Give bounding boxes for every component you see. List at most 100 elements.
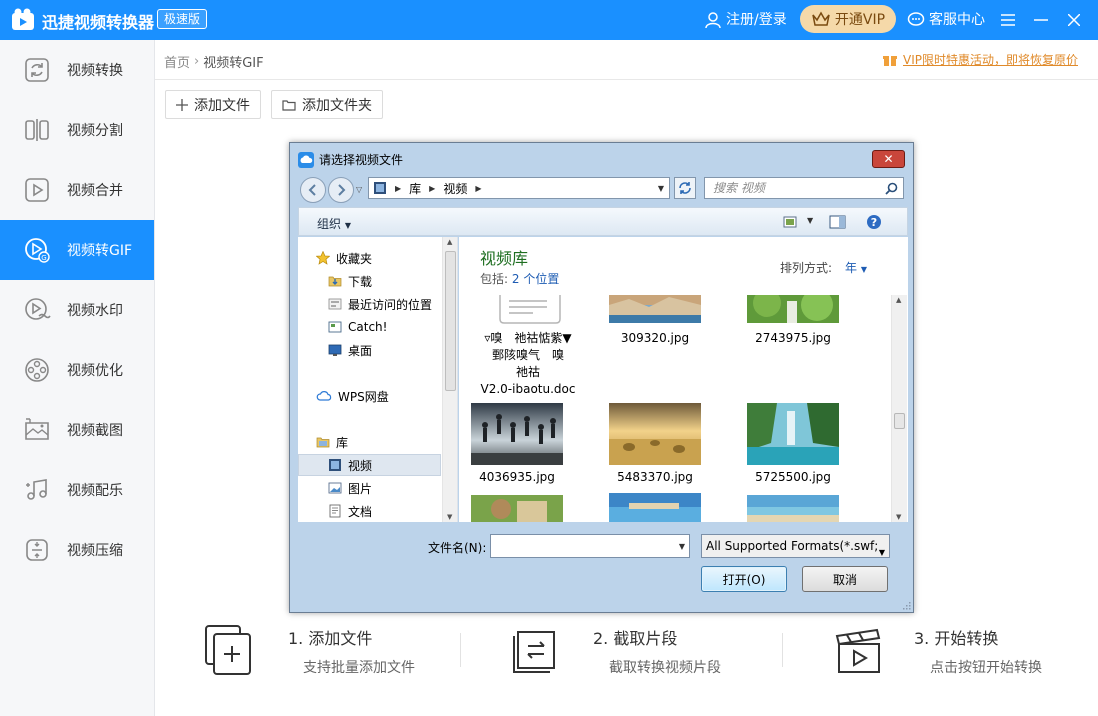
tree-item-video[interactable]: 视频 [298, 454, 441, 476]
sidebar-item-split[interactable]: 视频分割 [0, 100, 154, 160]
library-locations-link[interactable]: 2 个位置 [512, 272, 559, 286]
step-2-desc: 截取转换视频片段 [609, 660, 721, 676]
tree-item-downloads[interactable]: 下载 [328, 270, 457, 292]
search-input[interactable]: 搜索 视频 [704, 177, 904, 199]
breadcrumb-home[interactable]: 首页 [164, 52, 190, 71]
title-bar: 迅捷视频转换器 极速版 注册/登录 开通VIP 客服中心 [0, 0, 1098, 40]
address-segment-library[interactable]: 库 [409, 180, 421, 197]
resize-grip-icon[interactable] [901, 600, 911, 610]
scroll-up-icon[interactable]: ▲ [447, 238, 452, 246]
scroll-up-icon[interactable]: ▲ [896, 296, 901, 304]
file-type-select[interactable]: All Supported Formats(*.swf; ▼ [701, 534, 890, 558]
file-name-doc[interactable]: ▿嗅 祂祜惦紫▼ 鄄陔嗅气 嗅 祂祜 V2.0-ibaotu.doc [477, 330, 579, 398]
close-icon: ✕ [883, 152, 894, 166]
file-name[interactable]: 309320.jpg [590, 331, 720, 345]
image-thumbnail[interactable] [609, 493, 701, 522]
open-button[interactable]: 打开(O) [701, 566, 787, 592]
sort-dropdown[interactable]: 年 ▼ [845, 259, 867, 276]
chevron-right-icon: ▶ [395, 183, 402, 193]
chevron-down-icon[interactable]: ▼ [807, 216, 813, 225]
image-thumbnail-4036935[interactable] [471, 403, 563, 465]
close-button[interactable] [1064, 10, 1084, 30]
image-thumbnail-5725500[interactable] [747, 403, 839, 465]
tree-item-favorites[interactable]: 收藏夹 [316, 247, 457, 269]
watermark-icon [22, 295, 52, 325]
back-button[interactable] [300, 177, 326, 203]
file-list-scroll-thumb[interactable] [894, 413, 905, 429]
file-list-scrollbar[interactable]: ▲ ▼ [891, 295, 907, 522]
sidebar-item-optimize[interactable]: 视频优化 [0, 340, 154, 400]
file-name[interactable]: 4036935.jpg [459, 470, 582, 484]
chevron-down-icon[interactable]: ▼ [658, 184, 664, 193]
tree-item-recent[interactable]: 最近访问的位置 [328, 293, 457, 315]
tree-scrollbar[interactable]: ▲ ▼ [442, 237, 457, 522]
file-name[interactable]: 5725500.jpg [728, 470, 858, 484]
image-thumbnail-309320[interactable] [609, 295, 701, 323]
add-folder-button[interactable]: 添加文件夹 [271, 90, 383, 119]
organize-menu[interactable]: 组织 ▼ [317, 215, 351, 232]
app-title: 迅捷视频转换器 [42, 13, 155, 32]
tree-item-wps-cloud[interactable]: WPS网盘 [316, 385, 457, 407]
gift-icon [883, 55, 897, 66]
chevron-down-icon[interactable]: ▼ [679, 542, 685, 551]
service-link[interactable]: 客服中心 [907, 9, 985, 31]
sidebar-item-screenshot[interactable]: 视频截图 [0, 400, 154, 460]
sidebar-item-merge[interactable]: 视频合并 [0, 160, 154, 220]
file-name[interactable]: 5483370.jpg [590, 470, 720, 484]
open-label: 打开(O) [722, 572, 766, 587]
address-segment-video[interactable]: 视频 [443, 180, 467, 197]
history-dropdown-icon[interactable]: ▽ [356, 185, 362, 194]
tree-item-desktop[interactable]: 桌面 [328, 339, 457, 361]
close-icon [1068, 14, 1080, 26]
filename-input[interactable]: ▼ [490, 534, 690, 558]
chevron-down-icon[interactable]: ▼ [879, 542, 885, 557]
sidebar-item-label: 视频压缩 [67, 543, 123, 559]
cloud-icon [316, 391, 332, 401]
sidebar-item-convert[interactable]: 视频转换 [0, 40, 154, 100]
promo-link[interactable]: VIP限时特惠活动，即将恢复原价 [883, 51, 1078, 68]
menu-button[interactable] [998, 10, 1018, 30]
breadcrumb-current: 视频转GIF [203, 56, 264, 71]
image-thumbnail[interactable] [747, 495, 839, 522]
tree-item-label: 文档 [348, 504, 373, 519]
cancel-button[interactable]: 取消 [802, 566, 888, 592]
compress-icon [22, 535, 52, 565]
login-link[interactable]: 注册/登录 [704, 9, 787, 31]
minimize-button[interactable] [1031, 10, 1051, 30]
forward-button[interactable] [328, 177, 354, 203]
dialog-close-button[interactable]: ✕ [872, 150, 905, 168]
image-thumbnail-5483370[interactable] [609, 403, 701, 465]
add-file-button[interactable]: 添加文件 [165, 90, 261, 119]
address-bar[interactable]: ▶ 库 ▶ 视频 ▶ ▼ [368, 177, 670, 199]
file-name[interactable]: 2743975.jpg [728, 331, 858, 345]
breadcrumb: 首页 › 视频转GIF [164, 52, 264, 71]
tree-item-catch[interactable]: Catch! [328, 316, 457, 338]
document-icon[interactable] [497, 295, 563, 325]
tree-item-pictures[interactable]: 图片 [328, 477, 457, 499]
sidebar-item-music[interactable]: 视频配乐 [0, 460, 154, 520]
scroll-down-icon[interactable]: ▼ [896, 513, 901, 521]
add-file-step-icon [205, 625, 251, 675]
dialog-title-label: 请选择视频文件 [319, 153, 404, 167]
tree-item-label: 最近访问的位置 [348, 297, 433, 312]
dialog-toolbar: 组织 ▼ ▼ ? [298, 207, 908, 236]
refresh-button[interactable] [674, 177, 696, 199]
scroll-down-icon[interactable]: ▼ [447, 513, 452, 521]
music-icon [22, 475, 52, 505]
organize-label: 组织 [317, 217, 342, 231]
vip-button[interactable]: 开通VIP [800, 5, 896, 33]
image-thumbnail-2743975[interactable] [747, 295, 839, 323]
image-thumbnail[interactable] [471, 495, 563, 522]
sidebar-item-watermark[interactable]: 视频水印 [0, 280, 154, 340]
minimize-icon [1034, 19, 1048, 21]
sidebar-item-compress[interactable]: 视频压缩 [0, 520, 154, 580]
promo-label: VIP限时特惠活动，即将恢复原价 [903, 53, 1078, 67]
sidebar-item-gif[interactable]: G 视频转GIF [0, 220, 154, 280]
view-mode-icon[interactable] [783, 214, 801, 230]
app-edition-badge: 极速版 [157, 9, 208, 29]
tree-item-documents[interactable]: 文档 [328, 500, 457, 522]
tree-item-library[interactable]: 库 [316, 431, 457, 453]
tree-scroll-thumb[interactable] [445, 251, 456, 391]
help-icon[interactable]: ? [865, 214, 883, 230]
preview-pane-icon[interactable] [829, 214, 847, 230]
